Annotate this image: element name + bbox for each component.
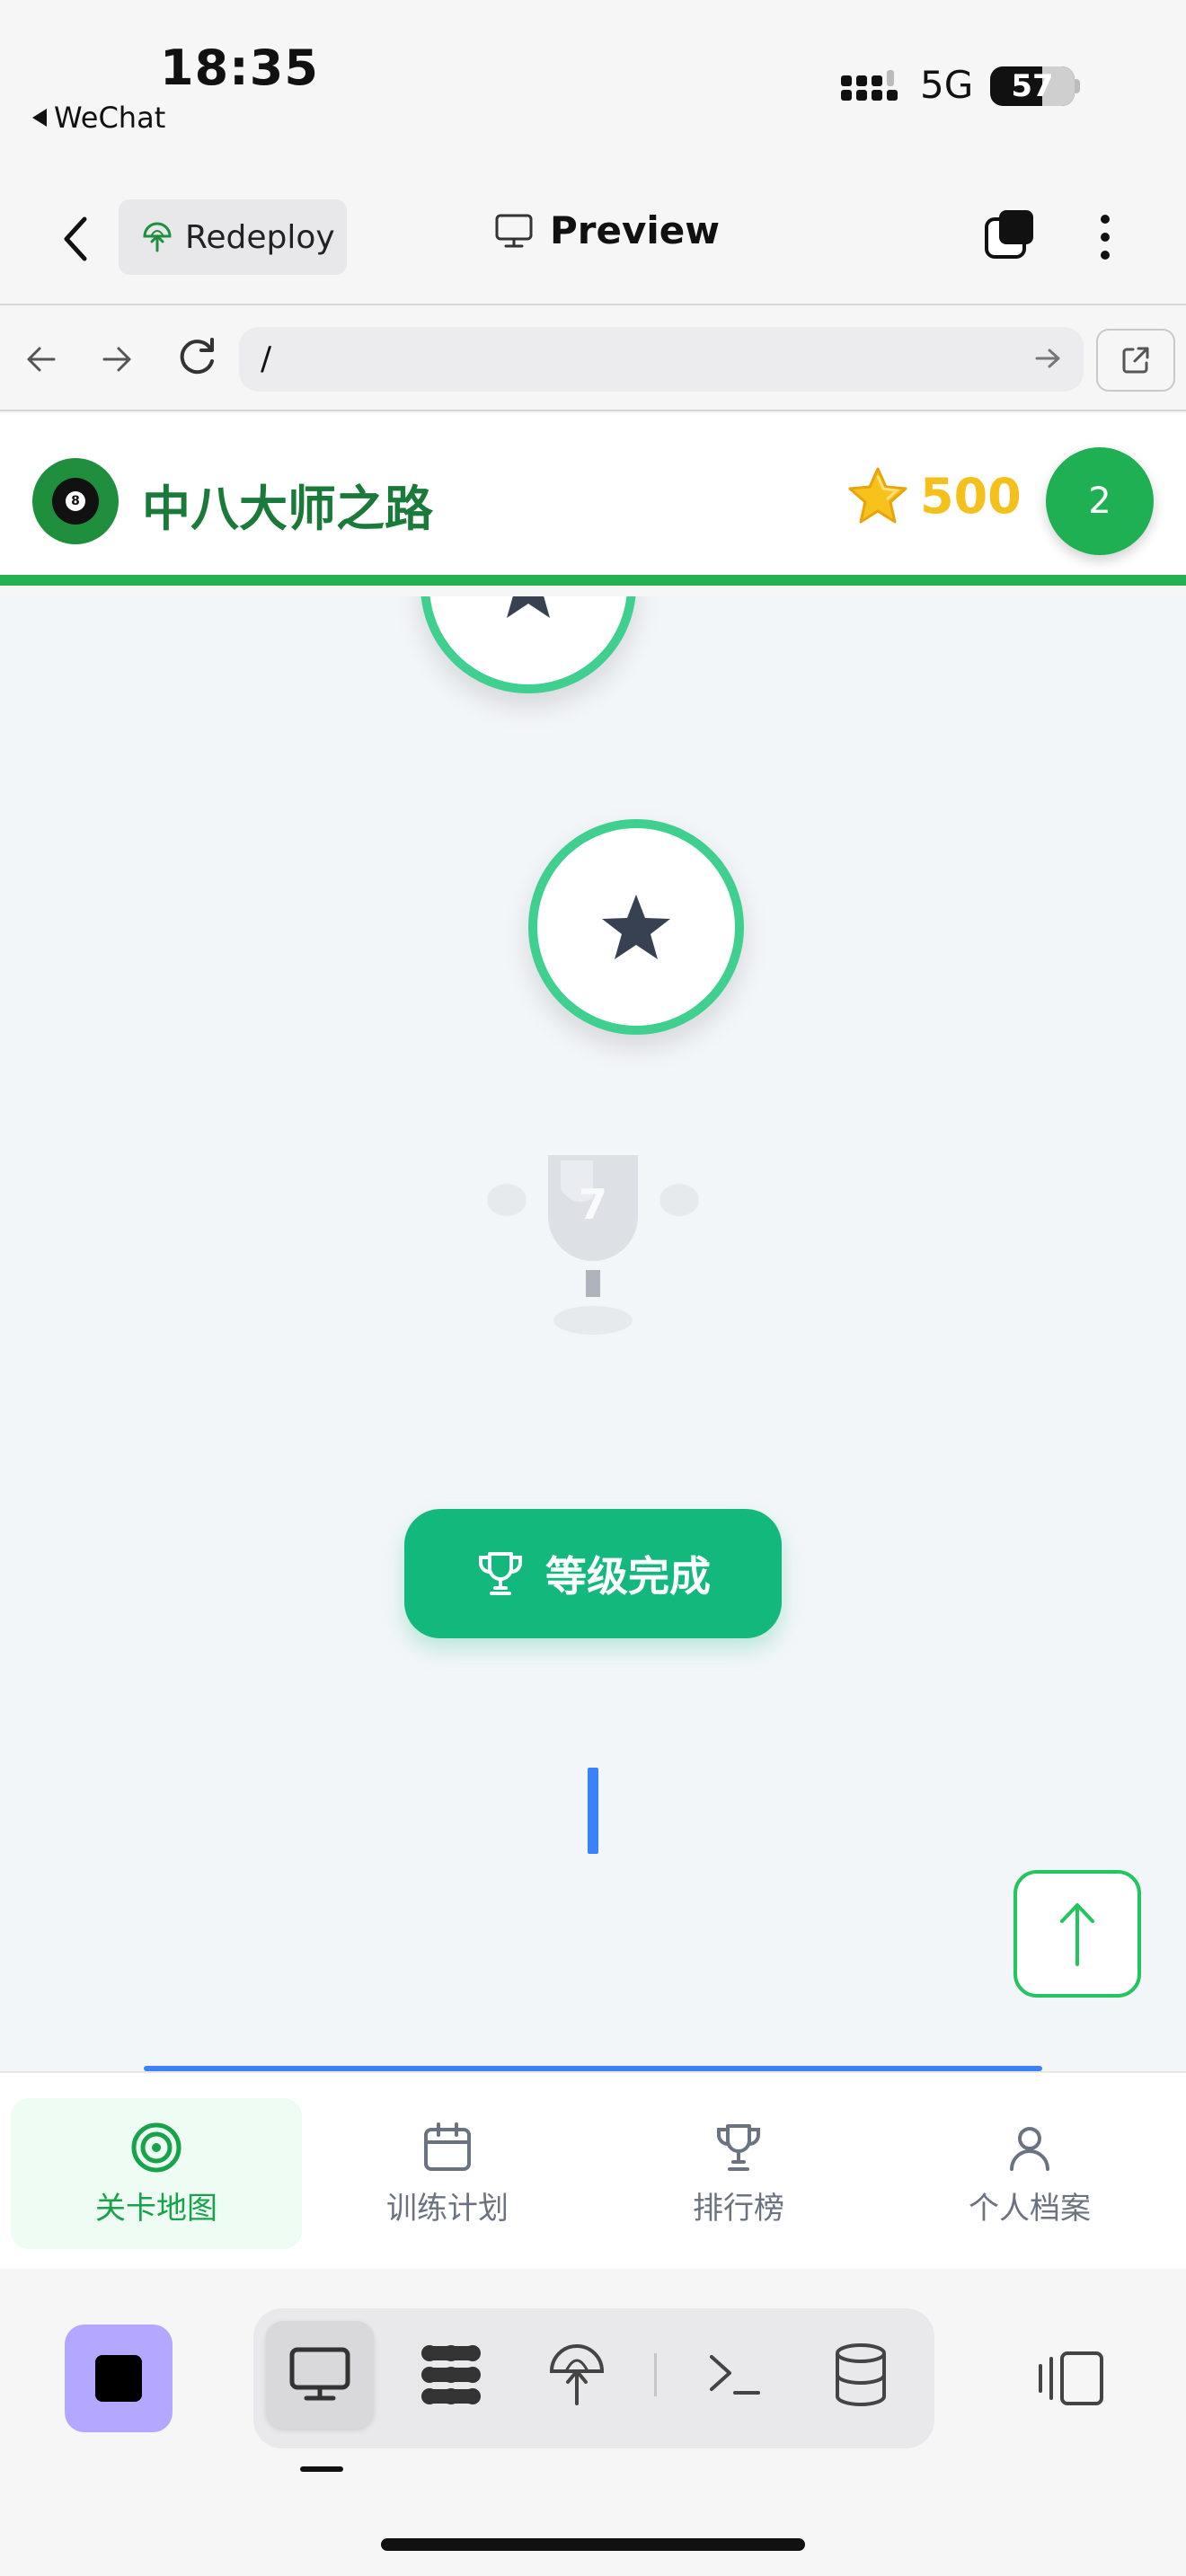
chevron-left-icon[interactable] <box>58 212 93 266</box>
stop-icon <box>95 2355 142 2402</box>
dev-toolbar <box>0 2269 1186 2576</box>
tab-profile[interactable]: 个人档案 <box>884 2098 1175 2249</box>
tab-label: 关卡地图 <box>95 2190 217 2227</box>
go-arrow-icon[interactable] <box>1033 343 1064 374</box>
battery-icon: 57 <box>990 66 1075 106</box>
redeploy-button[interactable]: Redeploy <box>119 199 347 275</box>
score-display: 500 <box>846 465 1022 526</box>
monitor-icon <box>289 2347 350 2401</box>
level-complete-button[interactable]: 等级完成 <box>404 1509 782 1638</box>
redeploy-label: Redeploy <box>185 218 335 256</box>
level-node[interactable] <box>420 596 636 693</box>
battery-level: 57 <box>1011 68 1054 104</box>
bottom-tab-nav: 关卡地图 训练计划 排行榜 个人档案 <box>0 2071 1186 2269</box>
modules-icon <box>421 2345 481 2404</box>
battery-cap <box>1075 79 1080 93</box>
open-external-button[interactable] <box>1096 329 1175 392</box>
tab-label: 排行榜 <box>693 2190 784 2227</box>
star-icon <box>507 596 550 618</box>
preview-label: Preview <box>550 208 721 252</box>
arrow-right-icon[interactable] <box>99 341 135 377</box>
dev-shell-button[interactable] <box>681 2321 789 2429</box>
reload-icon[interactable] <box>174 334 219 379</box>
tab-label: 训练计划 <box>386 2190 509 2227</box>
monitor-icon <box>495 214 533 247</box>
back-app-label: WeChat <box>54 101 166 135</box>
divider <box>654 2353 657 2396</box>
back-to-app[interactable]: WeChat <box>32 101 165 135</box>
app-title: 中八大师之路 <box>142 481 433 537</box>
tab-training-plan[interactable]: 训练计划 <box>302 2098 593 2249</box>
tab-leaderboard[interactable]: 排行榜 <box>593 2098 884 2249</box>
cellular-signal-icon <box>841 70 904 110</box>
preview-title[interactable]: Preview <box>494 208 720 252</box>
score-value: 500 <box>920 467 1022 525</box>
url-input[interactable]: / <box>239 327 1084 392</box>
scroll-to-top-button[interactable] <box>1013 1870 1141 1998</box>
billiard-ball-logo-icon: 8 <box>32 458 119 544</box>
star-icon <box>602 895 670 959</box>
external-link-icon <box>1122 347 1149 374</box>
terminal-icon <box>710 2355 760 2395</box>
back-triangle-icon <box>32 109 47 127</box>
level-node[interactable] <box>528 819 744 1035</box>
copy-icon[interactable] <box>983 208 1037 262</box>
network-type: 5G <box>920 63 974 107</box>
arrow-left-icon[interactable] <box>23 341 59 377</box>
stop-button[interactable] <box>65 2325 173 2432</box>
trophy-level-node[interactable]: 7 <box>485 1144 701 1342</box>
panels-icon <box>1039 2351 1103 2405</box>
calendar-icon <box>424 2122 471 2171</box>
dev-preview-button[interactable] <box>266 2321 374 2429</box>
level-badge[interactable]: 2 <box>1046 447 1154 555</box>
trophy-icon <box>487 1155 699 1335</box>
dev-tool-group <box>253 2308 934 2448</box>
text-cursor <box>588 1768 598 1854</box>
address-bar: / <box>0 307 1186 411</box>
trophy-level-number: 7 <box>578 1180 607 1229</box>
dev-deploy-button[interactable] <box>523 2321 631 2429</box>
star-icon <box>848 467 907 524</box>
user-icon <box>1010 2126 1049 2171</box>
home-indicator <box>381 2538 805 2551</box>
dev-modules-button[interactable] <box>397 2321 505 2429</box>
deploy-icon <box>143 222 172 252</box>
more-vertical-icon[interactable] <box>1087 210 1123 264</box>
trophy-icon <box>717 2123 760 2171</box>
trophy-icon <box>479 1552 522 1595</box>
active-tool-indicator <box>300 2466 343 2472</box>
status-time: 18:35 <box>160 40 319 96</box>
tab-label: 个人档案 <box>969 2190 1091 2227</box>
deploy-icon <box>549 2344 605 2405</box>
app-header: 8 中八大师之路 500 2 <box>0 413 1186 586</box>
level-complete-label: 等级完成 <box>545 1552 711 1601</box>
level-map[interactable]: 7 等级完成 <box>0 596 1186 2071</box>
app-toolbar: Redeploy Preview <box>0 171 1186 305</box>
tab-level-map[interactable]: 关卡地图 <box>11 2098 302 2249</box>
target-icon <box>131 2122 181 2172</box>
status-bar: 18:35 WeChat 5G 57 <box>0 0 1186 171</box>
panels-toggle-button[interactable] <box>1028 2335 1114 2422</box>
arrow-up-icon <box>1060 1903 1094 1966</box>
dev-database-button[interactable] <box>807 2321 915 2429</box>
database-icon <box>836 2343 886 2406</box>
